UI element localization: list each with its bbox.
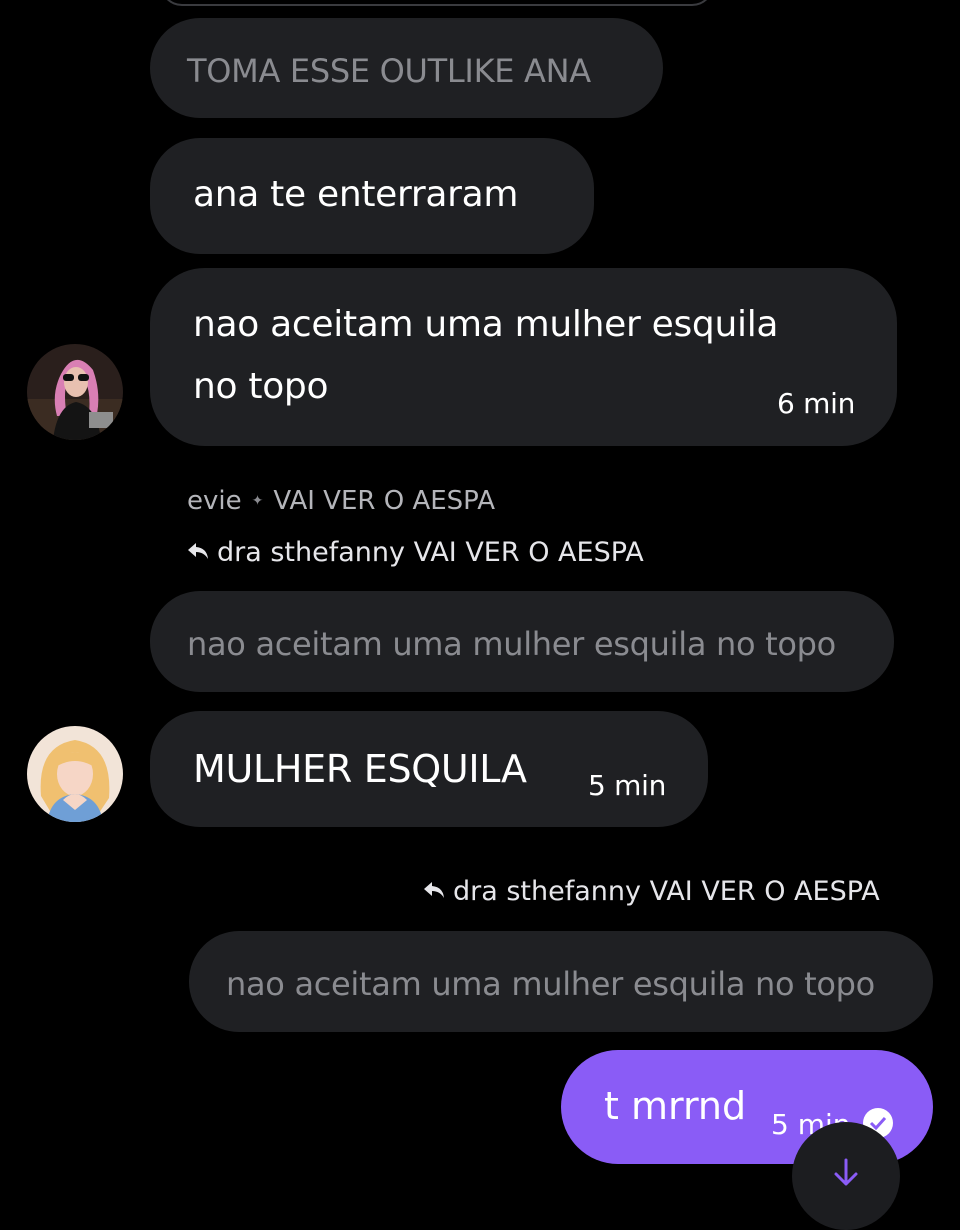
avatar[interactable]: [27, 344, 123, 440]
quoted-text: nao aceitam uma mulher esquila no topo: [226, 965, 875, 1003]
reply-arrow-icon: [423, 876, 445, 907]
quoted-message-bubble[interactable]: nao aceitam uma mulher esquila no topo: [189, 931, 933, 1032]
message-text: nao aceitam uma mulher esquila: [193, 304, 779, 345]
reply-indicator: dra sthefanny VAI VER O AESPA: [187, 537, 644, 568]
sender-name: evie: [187, 486, 242, 516]
scroll-to-bottom-button[interactable]: [792, 1122, 900, 1230]
scroll-down-icon: [834, 1158, 858, 1186]
sender-line: evie ✦ VAI VER O AESPA: [187, 486, 495, 516]
message-text: t mrrnd: [604, 1084, 747, 1128]
reply-indicator: dra sthefanny VAI VER O AESPA: [423, 876, 880, 907]
quoted-message-bubble[interactable]: nao aceitam uma mulher esquila no topo: [150, 591, 894, 692]
sender-status: VAI VER O AESPA: [273, 486, 495, 516]
quoted-text: TOMA ESSE OUTLIKE ANA: [187, 52, 591, 90]
message-text: no topo: [193, 366, 329, 407]
message-timestamp: 6 min: [777, 387, 856, 420]
message-bubble[interactable]: MULHER ESQUILA 5 min: [150, 711, 708, 827]
quoted-message-bubble[interactable]: TOMA ESSE OUTLIKE ANA: [150, 18, 663, 118]
reply-target: dra sthefanny VAI VER O AESPA: [453, 876, 880, 907]
avatar[interactable]: [27, 726, 123, 822]
reply-arrow-icon: [187, 537, 209, 568]
reply-target: dra sthefanny VAI VER O AESPA: [217, 537, 644, 568]
message-timestamp: 5 min: [588, 769, 667, 802]
sparkle-icon: ✦: [251, 493, 264, 509]
message-bubble[interactable]: nao aceitam uma mulher esquila no topo 6…: [150, 268, 897, 446]
message-text: MULHER ESQUILA: [193, 747, 527, 791]
message-text: ana te enterraram: [193, 174, 519, 215]
quoted-text: nao aceitam uma mulher esquila no topo: [187, 625, 836, 663]
previous-bubble-edge: [160, 0, 714, 6]
message-bubble[interactable]: ana te enterraram: [150, 138, 594, 254]
